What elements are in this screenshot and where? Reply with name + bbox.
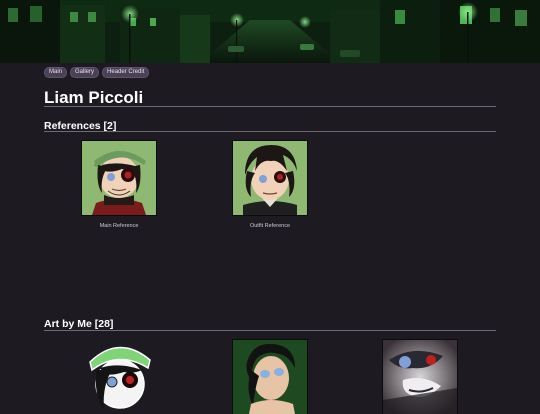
nav-header-credit-link[interactable]: Header Credit [102,67,150,78]
art-thumbnail[interactable] [82,340,156,414]
outfit-reference-image [233,141,307,215]
title-divider [44,106,496,107]
outfit-reference-thumbnail[interactable] [233,141,307,215]
header-banner [0,0,540,63]
outfit-reference-caption: Outfit Reference [249,223,291,229]
top-nav: Main Gallery Header Credit [44,67,150,78]
nav-main-link[interactable]: Main [44,67,68,78]
art-by-me-heading: Art by Me [28] [44,318,114,330]
art-thumbnail[interactable] [383,340,457,414]
page-title: Liam Piccoli [44,88,144,107]
references-divider [44,131,496,132]
art-image [383,340,457,414]
main-reference-caption: Main Reference [99,223,139,229]
art-image [82,340,156,414]
nav-gallery-link[interactable]: Gallery [70,67,100,78]
art-image [233,340,307,414]
art-by-me-divider [44,330,496,331]
main-reference-thumbnail[interactable] [82,141,156,215]
art-thumbnail[interactable] [233,340,307,414]
main-reference-image [82,141,156,215]
banner-image [0,0,540,63]
